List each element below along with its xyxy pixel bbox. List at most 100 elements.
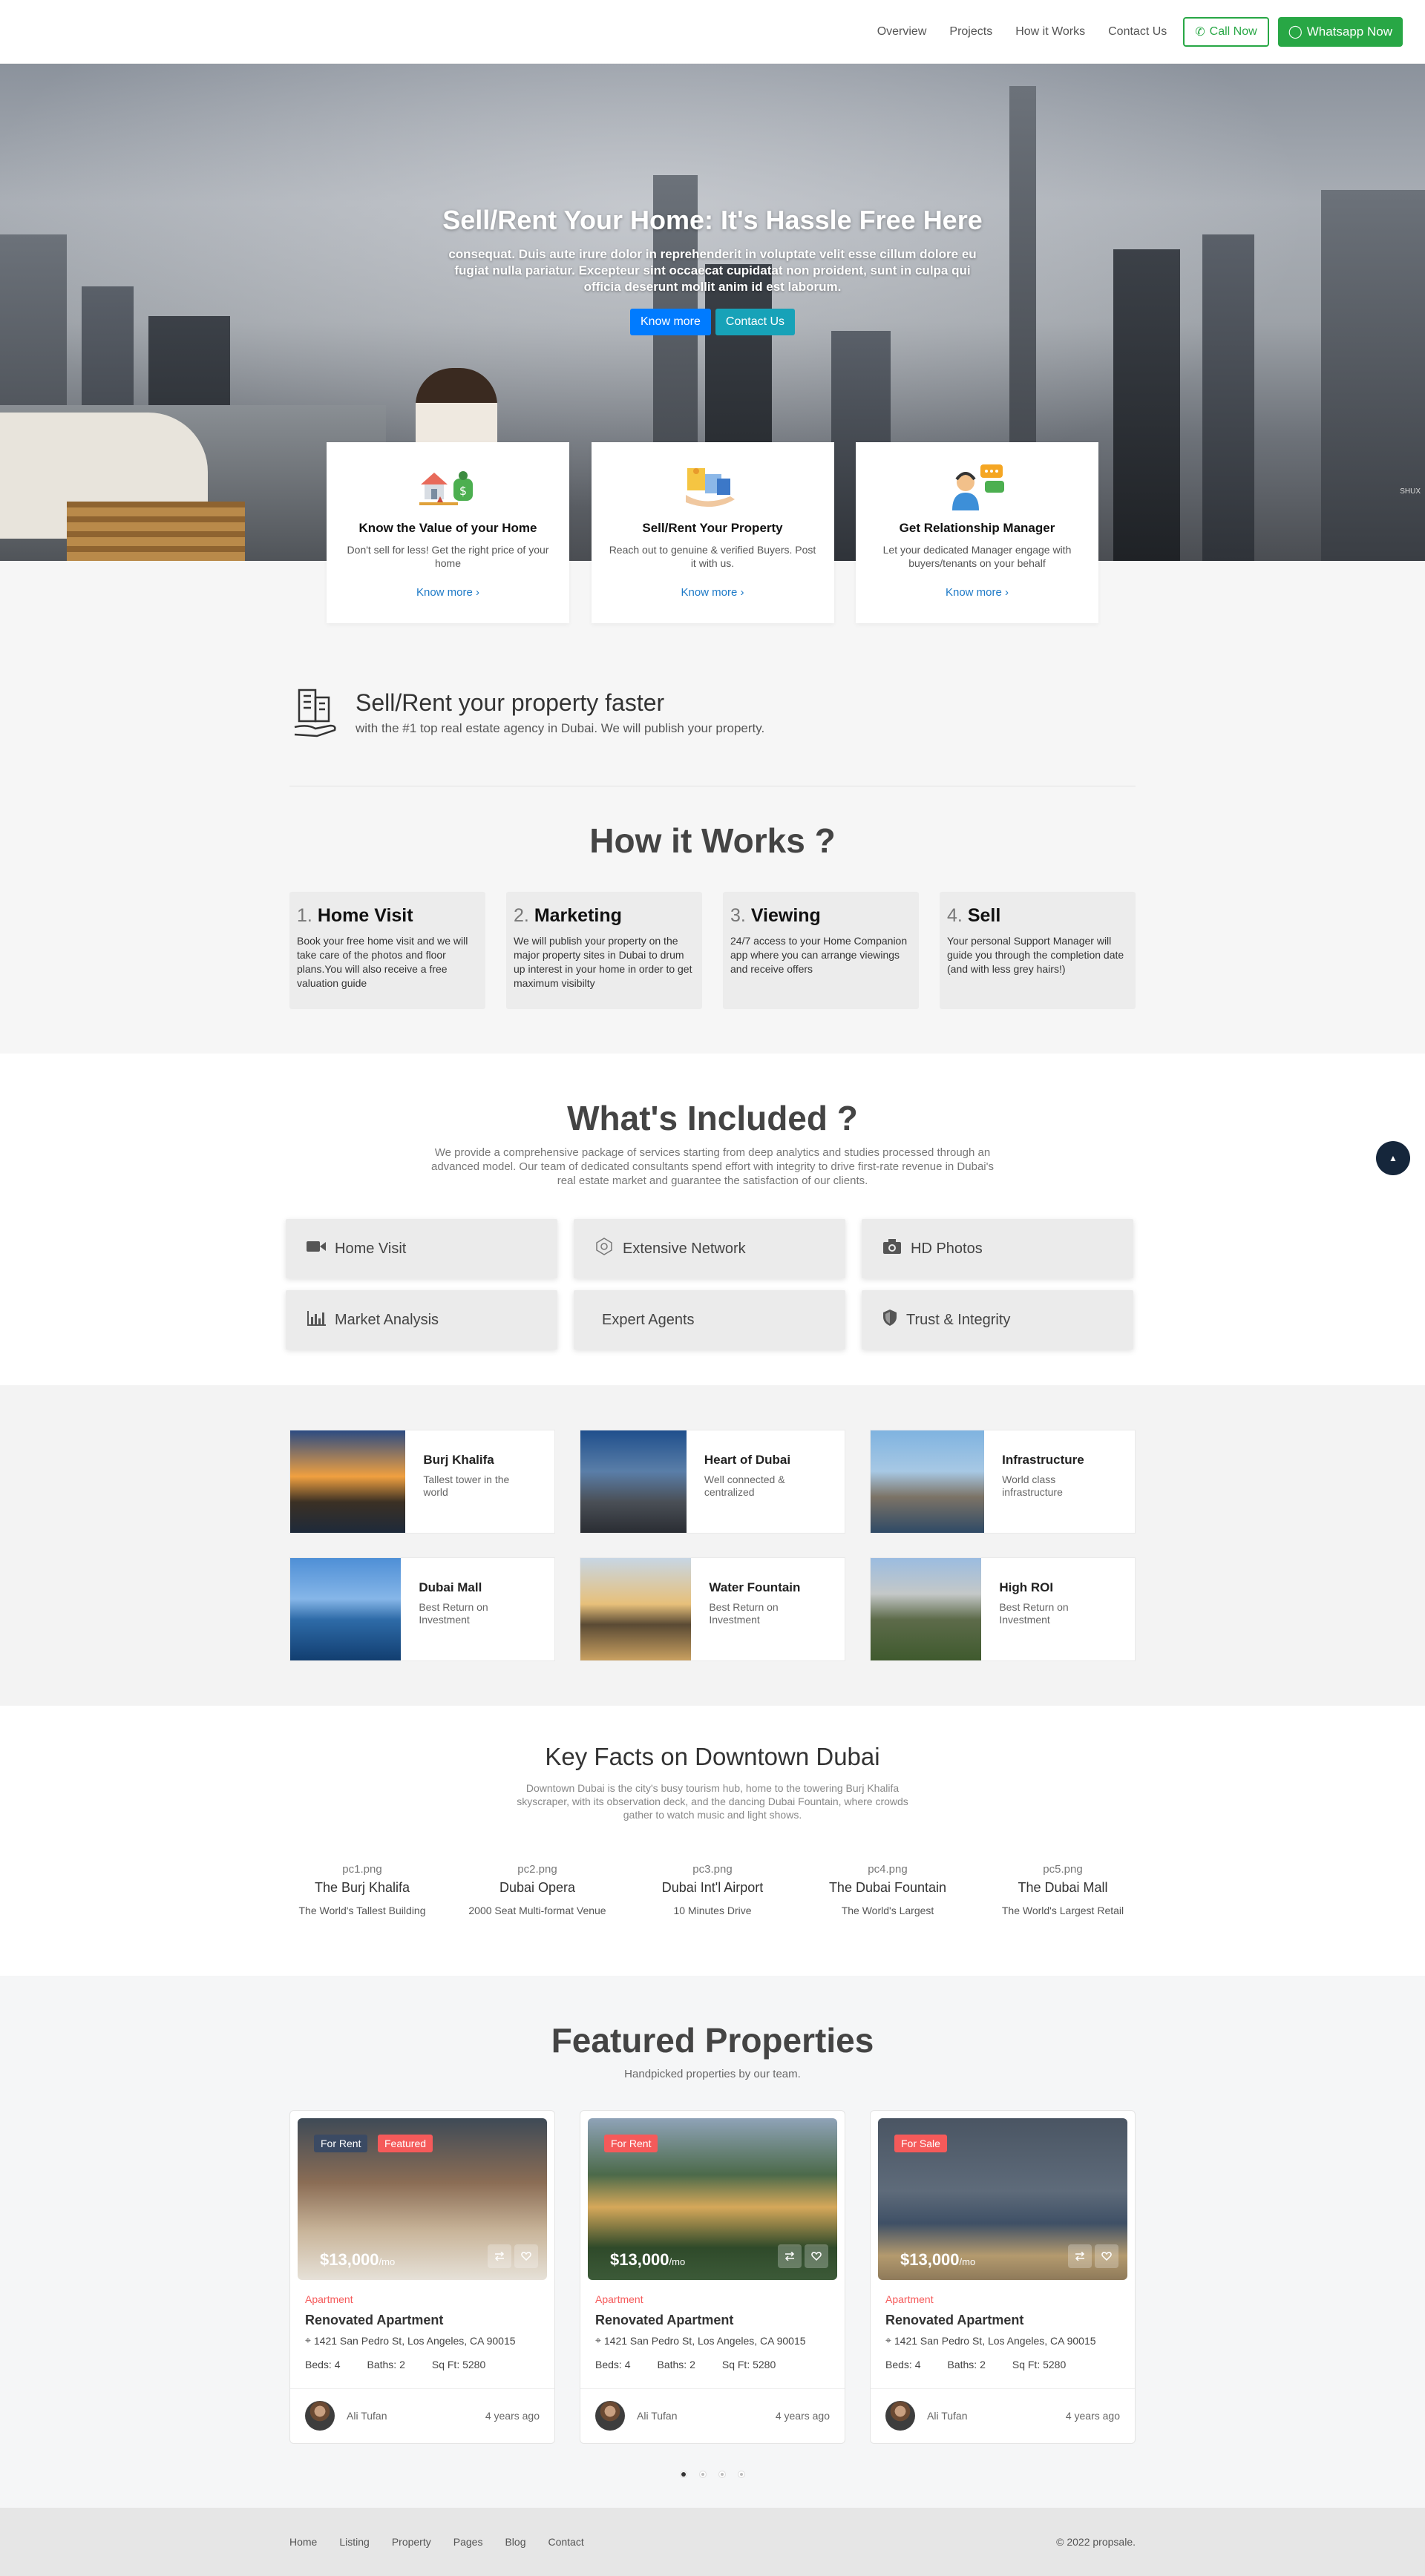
step-number: 3. xyxy=(730,905,746,926)
step-heading: 3. Viewing xyxy=(730,905,911,927)
hero-title: Sell/Rent Your Home: It's Hassle Free He… xyxy=(442,205,983,235)
author-name[interactable]: Ali Tufan xyxy=(637,2410,776,2422)
nav-link-contact-us[interactable]: Contact Us xyxy=(1108,25,1167,39)
footer-link-pages[interactable]: Pages xyxy=(453,2536,483,2548)
top-nav: Overview Projects How it Works Contact U… xyxy=(0,0,1425,64)
fact-image-alt: pc3.png xyxy=(692,1863,733,1876)
step-text: Book your free home visit and we will ta… xyxy=(297,935,468,989)
call-now-button[interactable]: ✆ Call Now xyxy=(1183,16,1269,47)
feature-card-text: Let your dedicated Manager engage with b… xyxy=(882,544,1072,569)
whatsapp-now-button[interactable]: ◯ Whatsapp Now xyxy=(1277,16,1403,47)
location-text: Water Fountain Best Return on Investment xyxy=(691,1558,845,1660)
fact-desc: The World's Largest Retail xyxy=(1001,1905,1124,1916)
featured-title: Featured Properties xyxy=(551,2021,874,2060)
property-card[interactable]: For Rent $13,000/mo Apartment Renovated … xyxy=(580,2110,845,2444)
author-name[interactable]: Ali Tufan xyxy=(927,2410,1066,2422)
footer: Home Listing Property Pages Blog Contact… xyxy=(0,2508,1425,2576)
nav-link-how-it-works[interactable]: How it Works xyxy=(1015,25,1085,39)
location-desc: Best Return on Investment xyxy=(419,1601,488,1626)
avatar xyxy=(595,2401,625,2431)
location-text: Infrastructure World class infrastructur… xyxy=(984,1430,1135,1533)
footer-link-contact[interactable]: Contact xyxy=(548,2536,583,2548)
location-text: Burj Khalifa Tallest tower in the world xyxy=(405,1430,554,1533)
property-card[interactable]: For Rent Featured $13,000/mo Apartment R… xyxy=(289,2110,555,2444)
compare-icon[interactable] xyxy=(488,2244,511,2268)
svg-text:$: $ xyxy=(459,484,466,498)
compare-icon[interactable] xyxy=(1068,2244,1092,2268)
favorite-heart-icon[interactable] xyxy=(514,2244,538,2268)
step-text: We will publish your property on the maj… xyxy=(514,935,692,989)
footer-link-blog[interactable]: Blog xyxy=(505,2536,525,2548)
included-item: HD Photos xyxy=(862,1219,1133,1278)
fact-item: pc3.png Dubai Int'l Airport 10 Minutes D… xyxy=(625,1863,800,1916)
property-title[interactable]: Renovated Apartment xyxy=(885,2313,1127,2328)
nav-link-overview[interactable]: Overview xyxy=(877,25,927,39)
hero-contact-us-button[interactable]: Contact Us xyxy=(715,309,796,335)
property-card[interactable]: For Sale $13,000/mo Apartment Renovated … xyxy=(870,2110,1136,2444)
footer-links: Home Listing Property Pages Blog Contact xyxy=(289,2536,1056,2548)
scroll-top-button[interactable]: ▲ xyxy=(1376,1141,1410,1175)
location-card[interactable]: Heart of Dubai Well connected & centrali… xyxy=(580,1430,845,1534)
property-sqft: Sq Ft: 5280 xyxy=(431,2359,486,2370)
carousel-dot[interactable] xyxy=(738,2471,745,2478)
fact-title: The Dubai Fountain xyxy=(828,1880,947,1895)
phone-icon: ✆ xyxy=(1195,25,1205,39)
author-name[interactable]: Ali Tufan xyxy=(347,2410,485,2422)
location-title: Heart of Dubai xyxy=(704,1453,791,1467)
nav-link-projects[interactable]: Projects xyxy=(949,25,992,39)
fact-image-alt: pc4.png xyxy=(868,1863,908,1876)
property-baths: Baths: 2 xyxy=(367,2359,405,2370)
carousel-dot[interactable] xyxy=(699,2471,707,2478)
fact-title: The Dubai Mall xyxy=(1018,1880,1108,1895)
footer-link-home[interactable]: Home xyxy=(289,2536,317,2548)
footer-link-property[interactable]: Property xyxy=(392,2536,431,2548)
location-card[interactable]: High ROI Best Return on Investment xyxy=(870,1557,1136,1661)
included-item-label: Expert Agents xyxy=(602,1311,695,1328)
feature-card: Get Relationship Manager Let your dedica… xyxy=(856,442,1098,623)
house-value-icon: $ xyxy=(327,464,569,509)
relationship-manager-icon xyxy=(856,464,1098,510)
step-card: 4. Sell Your personal Support Manager wi… xyxy=(940,892,1136,1009)
property-sqft: Sq Ft: 5280 xyxy=(721,2359,776,2370)
location-text: Heart of Dubai Well connected & centrali… xyxy=(687,1430,845,1533)
property-specs: Beds: 4 Baths: 2 Sq Ft: 5280 xyxy=(305,2359,547,2370)
key-facts-list: pc1.png The Burj Khalifa The World's Tal… xyxy=(275,1863,1150,1916)
how-it-works-section: How it Works ? 1. Home Visit Book your f… xyxy=(0,786,1425,1054)
footer-link-listing[interactable]: Listing xyxy=(339,2536,369,2548)
sell-property-icon xyxy=(592,464,834,509)
map-pin-icon: ⌖ xyxy=(885,2334,891,2346)
sell-faster-section: Sell/Rent your property faster with the … xyxy=(289,683,1136,786)
fact-desc: The World's Tallest Building xyxy=(298,1905,426,1916)
property-beds: Beds: 4 xyxy=(305,2359,341,2370)
favorite-heart-icon[interactable] xyxy=(1095,2244,1118,2268)
step-heading: 2. Marketing xyxy=(514,905,695,927)
property-title[interactable]: Renovated Apartment xyxy=(305,2313,547,2328)
whatsapp-now-label: Whatsapp Now xyxy=(1306,24,1392,39)
location-grid: Burj Khalifa Tallest tower in the world … xyxy=(289,1430,1136,1661)
key-facts-section: Key Facts on Downtown Dubai Downtown Dub… xyxy=(0,1706,1425,1976)
location-card[interactable]: Burj Khalifa Tallest tower in the world xyxy=(289,1430,555,1534)
hero-know-more-button[interactable]: Know more xyxy=(629,309,711,335)
step-number: 2. xyxy=(514,905,529,926)
carousel-dot[interactable] xyxy=(680,2471,687,2478)
location-card[interactable]: Infrastructure World class infrastructur… xyxy=(870,1430,1136,1534)
carousel-dot[interactable] xyxy=(718,2471,726,2478)
location-image xyxy=(580,1430,687,1533)
favorite-heart-icon[interactable] xyxy=(805,2244,828,2268)
location-desc: Well connected & centralized xyxy=(704,1473,785,1498)
location-card[interactable]: Dubai Mall Best Return on Investment xyxy=(289,1557,555,1661)
included-item-label: Home Visit xyxy=(335,1240,407,1257)
carousel-dots xyxy=(0,2471,1425,2478)
property-specs: Beds: 4 Baths: 2 Sq Ft: 5280 xyxy=(885,2359,1127,2370)
property-beds: Beds: 4 xyxy=(885,2359,921,2370)
location-card[interactable]: Water Fountain Best Return on Investment xyxy=(580,1557,845,1661)
feature-card-know-more-link[interactable]: Know more › xyxy=(681,586,744,599)
compare-icon[interactable] xyxy=(778,2244,802,2268)
feature-card-know-more-link[interactable]: Know more › xyxy=(946,586,1009,599)
included-item: Expert Agents xyxy=(574,1290,845,1350)
property-title[interactable]: Renovated Apartment xyxy=(595,2313,837,2328)
chevron-up-icon: ▲ xyxy=(1389,1153,1398,1163)
feature-card-know-more-link[interactable]: Know more › xyxy=(416,586,479,599)
property-image: For Rent Featured $13,000/mo xyxy=(298,2118,547,2280)
property-sqft: Sq Ft: 5280 xyxy=(1012,2359,1067,2370)
